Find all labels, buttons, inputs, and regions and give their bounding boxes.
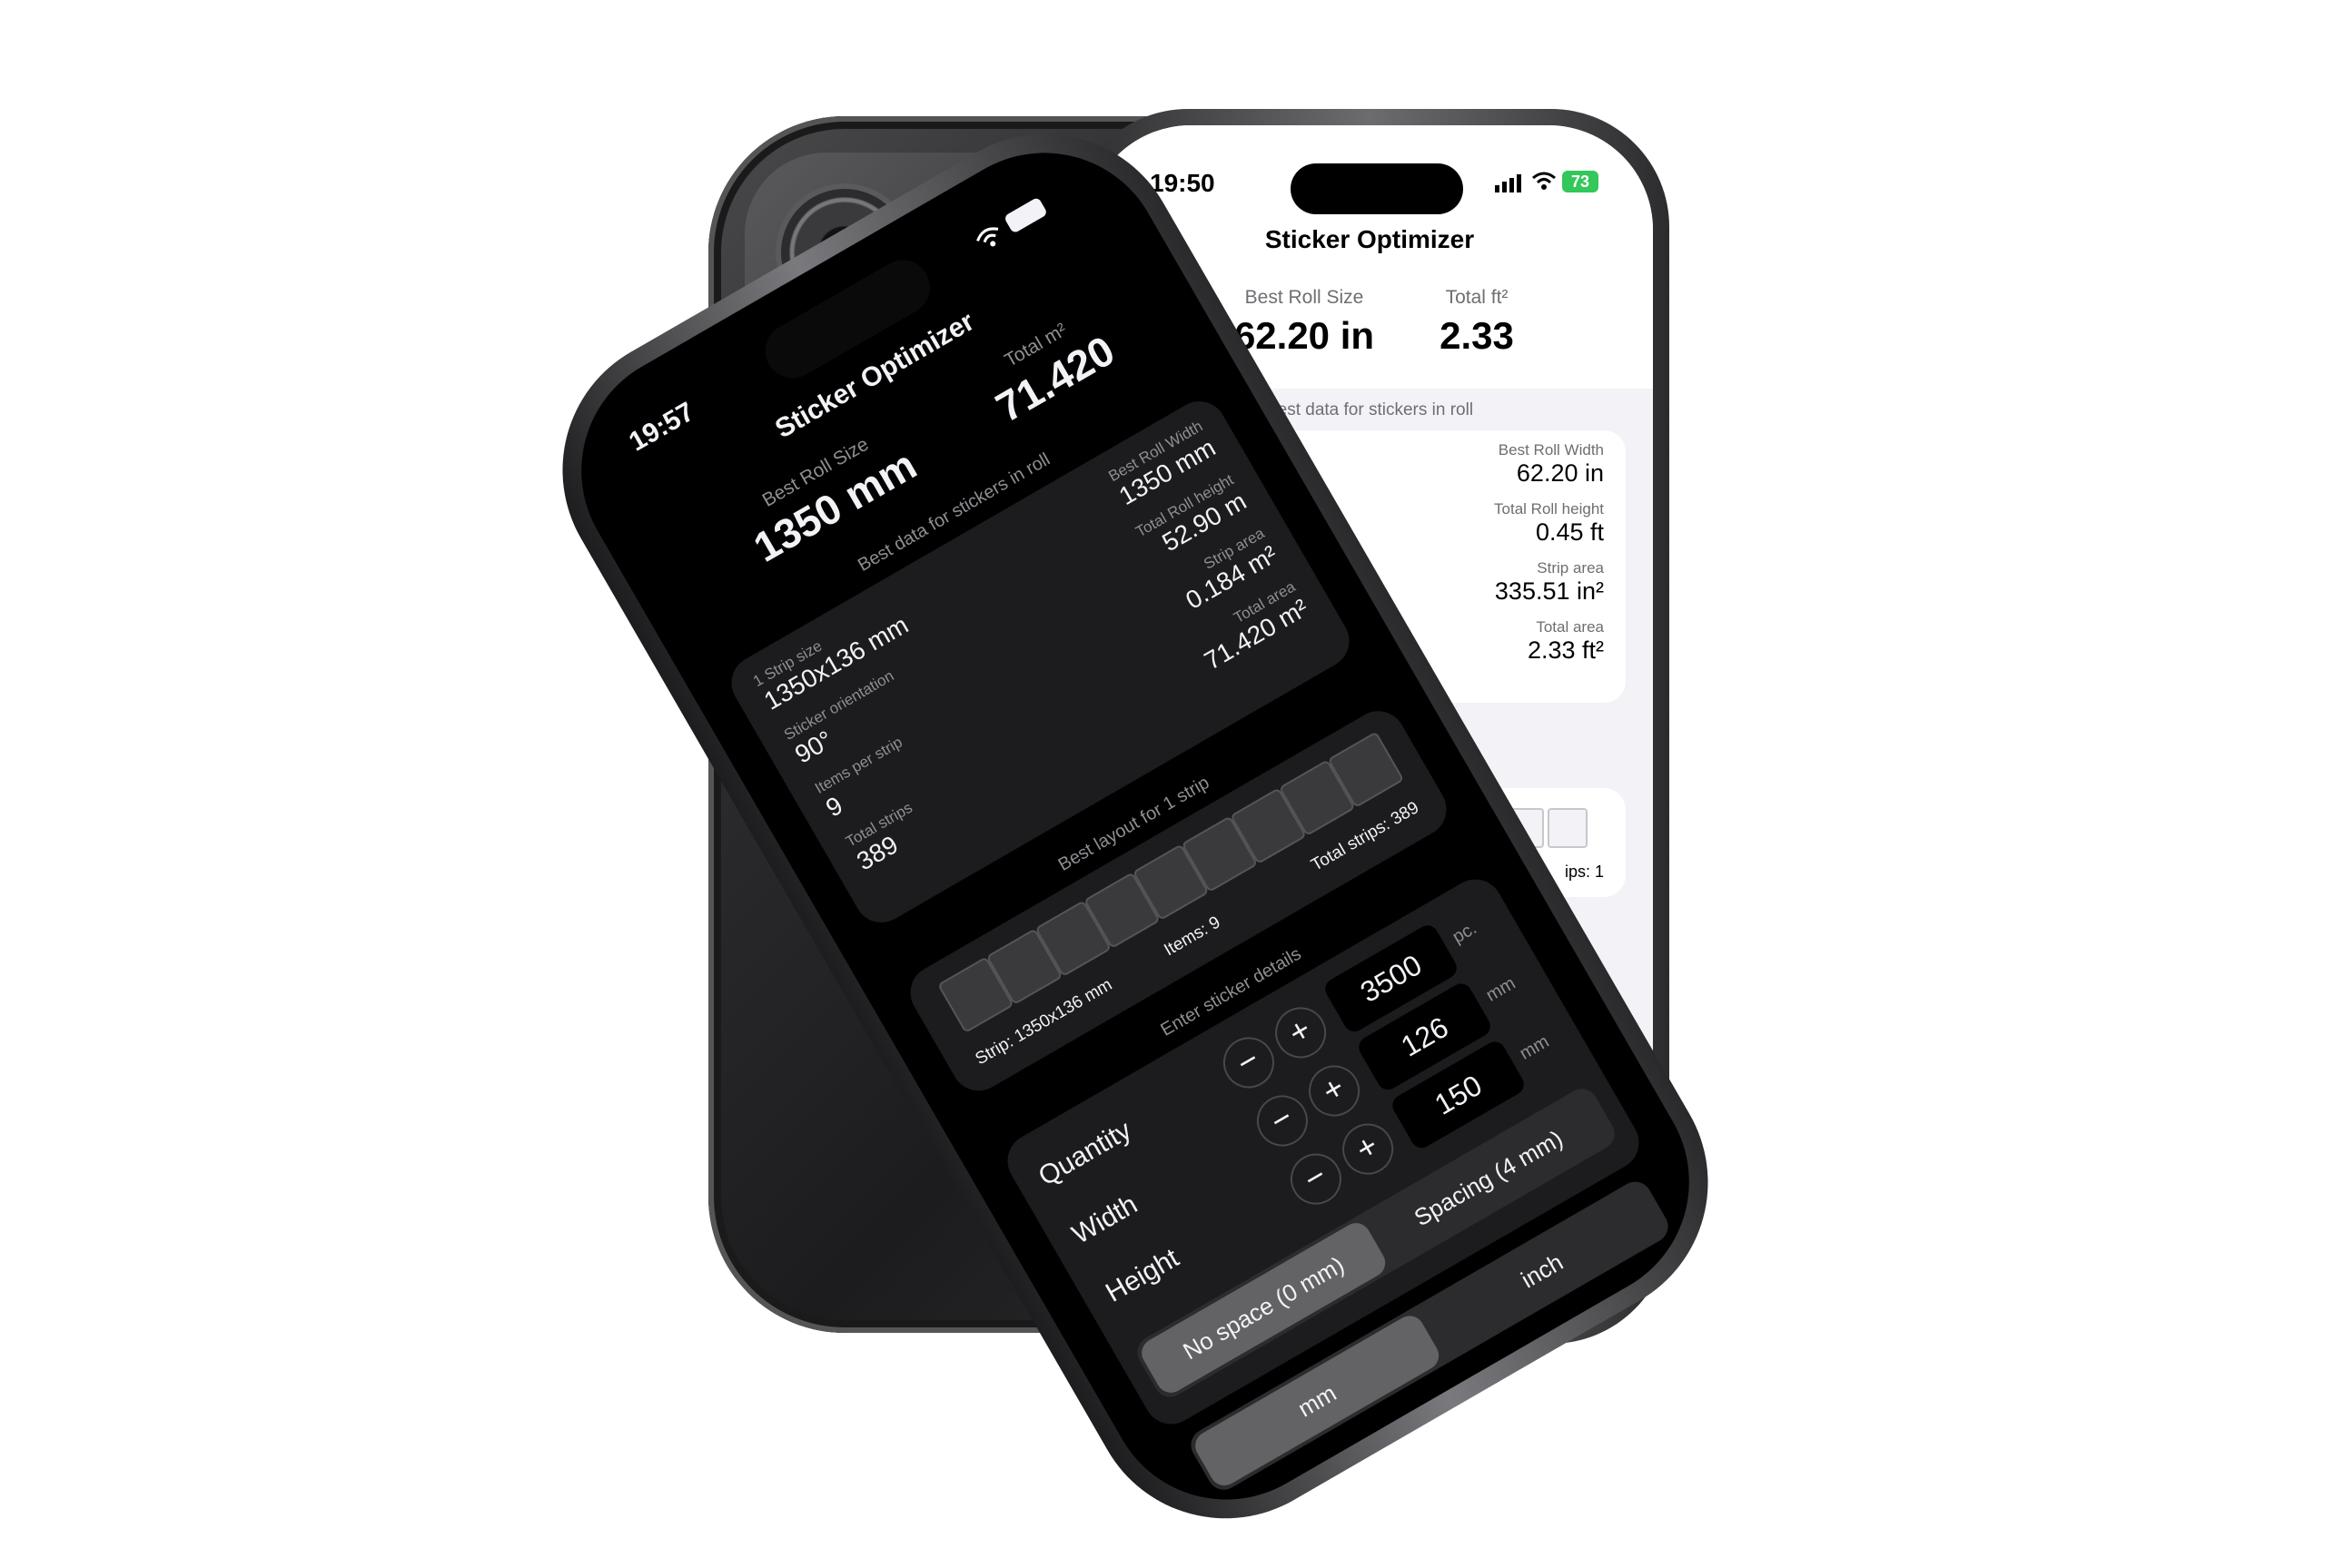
quantity-decrement-button[interactable]: − bbox=[1213, 1028, 1284, 1098]
sticker-cell bbox=[1548, 808, 1588, 848]
strip-area-value: 335.51 in² bbox=[1494, 577, 1604, 605]
best-roll-width-label: Best Roll Width bbox=[1498, 441, 1604, 459]
total-area-value: 2.33 ft² bbox=[1527, 636, 1604, 664]
strip-area-label: Strip area bbox=[1537, 559, 1604, 577]
total-strips-text: ips: 1 bbox=[1564, 863, 1604, 881]
quantity-label: Quantity bbox=[1034, 1115, 1137, 1192]
height-unit: mm bbox=[1516, 1031, 1553, 1064]
width-unit: mm bbox=[1482, 972, 1519, 1006]
total-value: 2.33 bbox=[1440, 314, 1514, 357]
height-decrement-button[interactable]: − bbox=[1281, 1144, 1351, 1214]
total-area-label: Total area bbox=[1536, 618, 1604, 636]
height-label: Height bbox=[1101, 1242, 1184, 1308]
battery-icon: 73 bbox=[1562, 171, 1598, 192]
total-label: Total ft² bbox=[1445, 287, 1509, 308]
total-roll-height-label: Total Roll height bbox=[1494, 500, 1604, 518]
width-decrement-button[interactable]: − bbox=[1247, 1086, 1318, 1156]
dynamic-island bbox=[1291, 163, 1463, 214]
width-increment-button[interactable]: + bbox=[1299, 1056, 1370, 1126]
items-count-text: Items: 9 bbox=[1161, 912, 1224, 961]
status-time: 19:50 bbox=[1150, 169, 1215, 197]
best-roll-width-value: 62.20 in bbox=[1516, 459, 1604, 487]
wifi-icon bbox=[1531, 171, 1557, 192]
wifi-icon bbox=[972, 222, 1006, 254]
battery-icon bbox=[1003, 196, 1048, 234]
height-increment-button[interactable]: + bbox=[1332, 1114, 1403, 1184]
total-roll-height-value: 0.45 ft bbox=[1535, 518, 1604, 546]
quantity-unit: pc. bbox=[1449, 918, 1480, 948]
signal-icon bbox=[1495, 173, 1526, 192]
status-time: 19:57 bbox=[624, 396, 700, 458]
quantity-increment-button[interactable]: + bbox=[1265, 998, 1336, 1068]
best-roll-size-label: Best Roll Size bbox=[1244, 287, 1364, 308]
width-label: Width bbox=[1067, 1188, 1143, 1250]
